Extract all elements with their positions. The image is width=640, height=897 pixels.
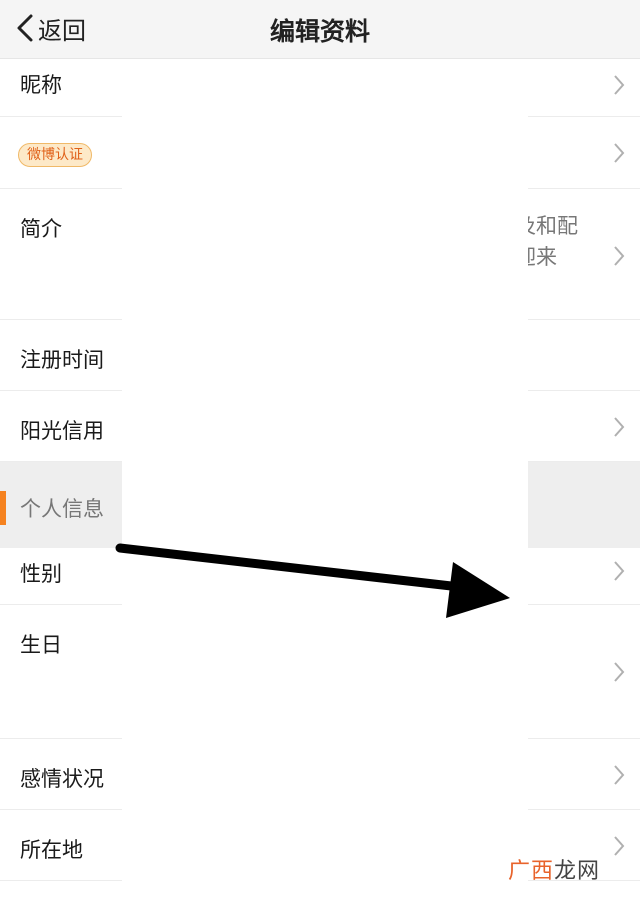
register-time-label: 注册时间	[20, 348, 104, 372]
intro-label: 简介	[20, 217, 62, 241]
watermark-part-1: 广西	[508, 859, 555, 884]
watermark-part-2: 龙网	[554, 859, 601, 884]
page-title: 编辑资料	[269, 17, 370, 46]
location-label: 所在地	[20, 838, 83, 862]
chevron-right-icon	[614, 765, 625, 785]
birthday-label: 生日	[20, 633, 62, 657]
nickname-label: 昵称	[20, 73, 62, 97]
annotation-arrow-icon	[115, 543, 510, 618]
chevron-right-icon	[614, 662, 625, 682]
section-accent-bar	[0, 491, 6, 525]
chevron-right-icon	[614, 836, 625, 856]
section-label: 个人信息	[20, 497, 104, 521]
white-overlay-panel	[122, 59, 528, 897]
gender-label: 性别	[20, 562, 62, 586]
navbar: 返回 编辑资料	[0, 0, 640, 59]
credit-label: 阳光信用	[20, 419, 104, 443]
chevron-right-icon	[614, 561, 625, 581]
relationship-label: 感情状况	[20, 767, 104, 791]
watermark: 广西龙网	[508, 853, 600, 885]
weibo-verify-badge: 微博认证	[18, 143, 92, 167]
chevron-right-icon	[614, 143, 625, 163]
chevron-right-icon	[614, 417, 625, 437]
chevron-right-icon	[614, 75, 625, 95]
chevron-right-icon	[614, 246, 625, 266]
